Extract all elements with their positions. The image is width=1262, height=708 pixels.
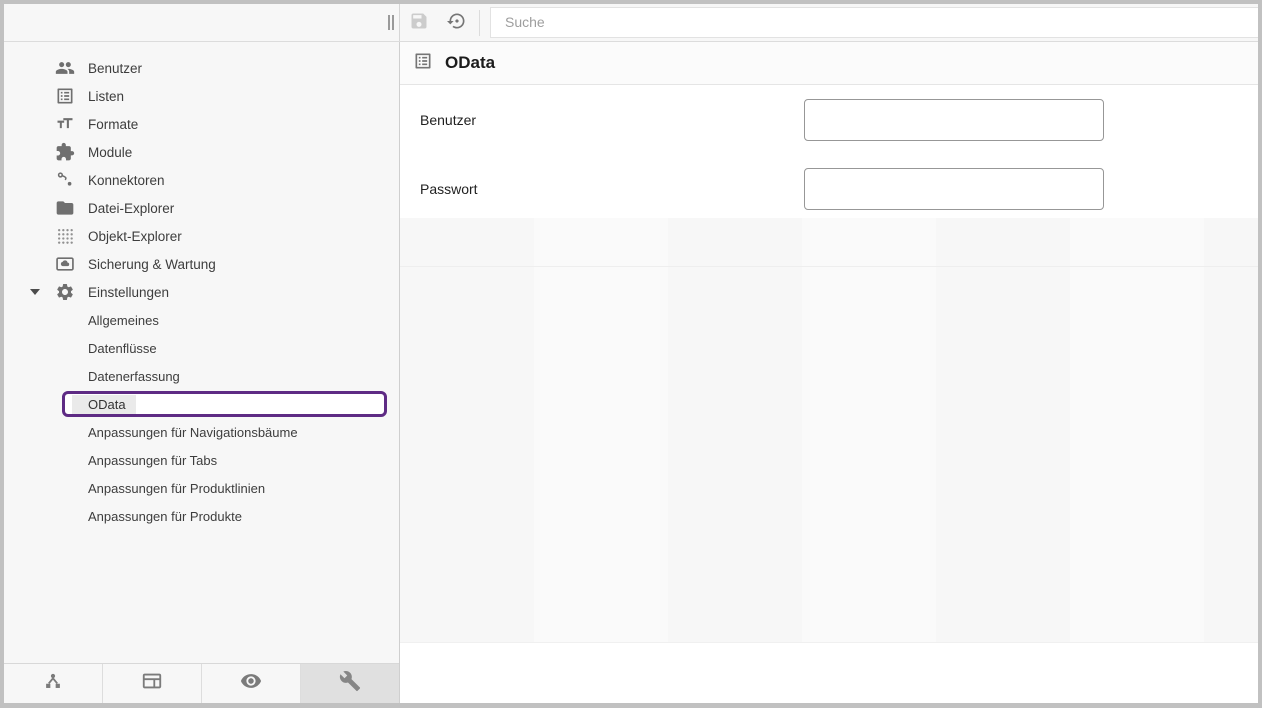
sidebar-item-benutzer[interactable]: Benutzer: [4, 54, 399, 82]
sidebar-item-datei-explorer[interactable]: Datei-Explorer: [4, 194, 399, 222]
content-placeholder-area: [400, 218, 1258, 643]
sidebar-item-label: Einstellungen: [88, 285, 169, 300]
content-area: Benutzer Listen Formate: [4, 42, 1258, 703]
divider: [400, 266, 1258, 267]
sidebar-item-label: Module: [88, 145, 132, 160]
puzzle-icon: [55, 142, 75, 162]
sidebar-subitem-odata[interactable]: OData: [4, 390, 399, 418]
sidebar-item-formate[interactable]: Formate: [4, 110, 399, 138]
sidebar-subitem-datenfluesse[interactable]: Datenflüsse: [4, 334, 399, 362]
form-row-passwort: Passwort: [400, 168, 1258, 210]
save-icon: [409, 11, 429, 34]
odata-settings-form: Benutzer Passwort: [400, 85, 1258, 210]
app-window: Benutzer Listen Formate: [4, 4, 1258, 703]
sidebar: Benutzer Listen Formate: [4, 42, 400, 703]
save-button[interactable]: [400, 4, 438, 42]
eye-icon: [240, 670, 262, 697]
folder-icon: [55, 198, 75, 218]
tab-settings[interactable]: [301, 664, 399, 703]
tab-layout[interactable]: [103, 664, 202, 703]
sidebar-subitem-label: OData: [72, 395, 136, 414]
top-toolbar: [4, 4, 1258, 42]
main-panel: OData Benutzer Passwort: [400, 42, 1258, 703]
tab-preview[interactable]: [202, 664, 301, 703]
sidebar-item-module[interactable]: Module: [4, 138, 399, 166]
expand-arrow-icon[interactable]: [27, 289, 43, 295]
wrench-icon: [339, 670, 361, 697]
passwort-field[interactable]: [804, 168, 1104, 210]
sidebar-subitem-anpassungen-produktlinien[interactable]: Anpassungen für Produktlinien: [4, 474, 399, 502]
toolbar-separator: [479, 10, 480, 36]
list-icon: [55, 86, 75, 106]
sidebar-subitem-anpassungen-navigationsbaeume[interactable]: Anpassungen für Navigationsbäume: [4, 418, 399, 446]
form-row-benutzer: Benutzer: [400, 99, 1258, 141]
benutzer-label: Benutzer: [420, 112, 804, 128]
sidebar-item-label: Formate: [88, 117, 138, 132]
sidebar-subitem-allgemeines[interactable]: Allgemeines: [4, 306, 399, 334]
page-header: OData: [400, 42, 1258, 85]
sidebar-item-objekt-explorer[interactable]: Objekt-Explorer: [4, 222, 399, 250]
backup-icon: [55, 254, 75, 274]
sidebar-item-label: Sicherung & Wartung: [88, 257, 216, 272]
layout-icon: [141, 670, 163, 697]
sidebar-item-label: Datei-Explorer: [88, 201, 174, 216]
benutzer-field[interactable]: [804, 99, 1104, 141]
hierarchy-icon: [42, 670, 64, 697]
sidebar-item-einstellungen[interactable]: Einstellungen: [4, 278, 399, 306]
page-title: OData: [445, 53, 495, 73]
list-icon: [413, 51, 433, 76]
restore-button[interactable]: [438, 4, 476, 42]
dot-grid-icon: [55, 226, 75, 246]
connector-icon: [55, 170, 75, 190]
text-format-icon: [55, 114, 75, 134]
history-restore-icon: [447, 11, 467, 34]
users-icon: [55, 58, 75, 78]
tab-hierarchy[interactable]: [4, 664, 103, 703]
sidebar-subitem-anpassungen-tabs[interactable]: Anpassungen für Tabs: [4, 446, 399, 474]
search-input[interactable]: [490, 7, 1258, 38]
sidebar-item-listen[interactable]: Listen: [4, 82, 399, 110]
sidebar-item-label: Listen: [88, 89, 124, 104]
sidebar-item-label: Objekt-Explorer: [88, 229, 182, 244]
toolbar-main: [400, 4, 1258, 41]
sidebar-nav: Benutzer Listen Formate: [4, 42, 399, 663]
sidebar-item-konnektoren[interactable]: Konnektoren: [4, 166, 399, 194]
sidebar-subitem-anpassungen-produkte[interactable]: Anpassungen für Produkte: [4, 502, 399, 530]
odata-selection-outline[interactable]: OData: [62, 391, 387, 417]
sidebar-item-label: Benutzer: [88, 61, 142, 76]
sidebar-bottom-tabbar: [4, 663, 399, 703]
gear-icon: [55, 282, 75, 302]
sidebar-item-sicherung-wartung[interactable]: Sicherung & Wartung: [4, 250, 399, 278]
passwort-label: Passwort: [420, 181, 804, 197]
splitter-handle[interactable]: [388, 15, 394, 30]
sidebar-header: [4, 4, 400, 41]
sidebar-item-label: Konnektoren: [88, 173, 165, 188]
sidebar-subitem-datenerfassung[interactable]: Datenerfassung: [4, 362, 399, 390]
